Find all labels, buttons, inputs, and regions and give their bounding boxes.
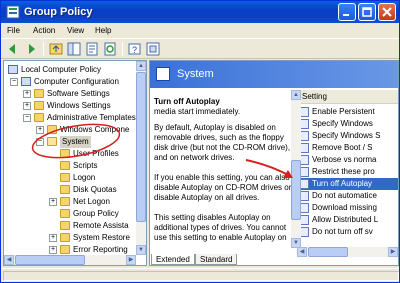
policy-description: Turn off Autoplay media start immediatel… [152,90,297,256]
folder-icon [47,125,57,134]
description-paragraph: If you enable this setting, you can also… [154,173,292,202]
view-tabs: Extended Standard [151,254,397,266]
menu-file[interactable]: File [7,25,20,36]
menu-action[interactable]: Action [33,25,55,36]
system-folder-icon [156,67,170,81]
close-button[interactable] [378,3,396,21]
expand-toggle[interactable]: + [49,246,57,254]
minimize-button[interactable] [338,3,356,21]
menu-bar: File Action View Help [1,23,399,38]
status-bar [1,268,399,282]
list-item[interactable]: Verbose vs norma [297,154,398,166]
expand-toggle[interactable]: + [23,90,31,98]
details-pane: System Turn off Autoplay media start imm… [149,60,399,266]
folder-icon [34,113,44,122]
list-item[interactable]: Do not automatice [297,190,398,202]
window-title: Group Policy [24,6,93,18]
collapse-toggle[interactable]: − [23,114,31,122]
maximize-icon [362,7,372,17]
policy-icon [8,65,18,74]
status-panel [3,271,399,281]
folder-icon [60,233,70,242]
description-line: media start immediately. [154,107,241,116]
forward-icon[interactable] [23,41,39,57]
help-icon[interactable]: ? [127,41,143,57]
list-item[interactable]: Specify Windows [297,118,398,130]
folder-icon [60,197,70,206]
expand-toggle[interactable]: + [49,198,57,206]
description-paragraph: This setting disables Autoplay on additi… [154,213,287,242]
folder-icon [60,185,70,194]
group-policy-window: Group Policy File Action View Help ? Loc… [0,0,400,283]
folder-icon [60,173,70,182]
tree-vertical-scrollbar[interactable]: ▲ ▼ [136,61,146,255]
column-header-setting[interactable]: Setting [297,90,398,104]
list-item[interactable]: Enable Persistent [297,106,398,118]
maximize-button[interactable] [358,3,376,21]
refresh-icon[interactable] [102,41,118,57]
computer-icon [21,77,31,86]
policy-title: Turn off Autoplay [154,97,220,106]
back-icon[interactable] [5,41,21,57]
scroll-right-icon[interactable]: ▶ [126,255,136,265]
tab-standard[interactable]: Standard [195,254,238,265]
folder-icon [60,221,70,230]
minimize-icon [343,14,349,16]
menu-help[interactable]: Help [95,25,111,36]
list-item[interactable]: Restrict these pro [297,166,398,178]
tree-horizontal-scrollbar[interactable]: ◀ ▶ [4,255,136,265]
up-folder-icon[interactable] [48,41,64,57]
toolbar-separator [122,42,123,56]
details-title: System [177,68,214,80]
scroll-thumb[interactable] [136,72,146,222]
details-header: System [150,61,398,88]
folder-icon [60,161,70,170]
scroll-down-icon[interactable]: ▼ [136,245,146,255]
folder-icon [60,245,70,254]
collapse-toggle[interactable]: − [36,138,44,146]
scroll-up-icon[interactable]: ▲ [291,90,301,100]
properties-icon[interactable] [84,41,100,57]
console-tree[interactable]: Local Computer Policy − Computer Configu… [3,60,147,266]
scroll-left-icon[interactable]: ◀ [4,255,14,265]
list-item[interactable]: Download missing [297,202,398,214]
folder-icon [34,89,44,98]
description-paragraph: By default, Autoplay is disabled on remo… [154,123,291,162]
collapse-toggle[interactable]: − [10,78,18,86]
folder-open-icon [47,137,57,146]
scroll-thumb[interactable] [291,160,301,220]
settings-list[interactable]: Setting Enable Persistent Specify Window… [297,90,398,256]
title-bar[interactable]: Group Policy [1,1,399,23]
expand-toggle[interactable]: + [23,102,31,110]
close-icon [382,7,392,17]
list-item[interactable]: Allow Distributed L [297,214,398,226]
extra-icon[interactable] [145,41,161,57]
scroll-thumb[interactable] [15,255,85,265]
list-item[interactable]: Specify Windows S [297,130,398,142]
tab-extended[interactable]: Extended [151,254,195,265]
list-item[interactable]: Remove Boot / S [297,142,398,154]
svg-text:?: ? [132,45,137,55]
folder-icon [60,149,70,158]
group-policy-app-icon [6,5,20,19]
menu-view[interactable]: View [67,25,84,36]
description-scrollbar[interactable]: ▲ ▼ [291,90,301,248]
toolbar: ? [1,38,399,59]
folder-icon [34,101,44,110]
toolbar-separator [43,42,44,56]
list-item-selected[interactable]: Turn off Autoplay [297,178,398,190]
folder-icon [60,209,70,218]
scroll-up-icon[interactable]: ▲ [136,61,146,71]
list-item[interactable]: Do not turn off sv [297,226,398,238]
show-tree-icon[interactable] [66,41,82,57]
expand-toggle[interactable]: + [36,126,44,134]
expand-toggle[interactable]: + [49,234,57,242]
